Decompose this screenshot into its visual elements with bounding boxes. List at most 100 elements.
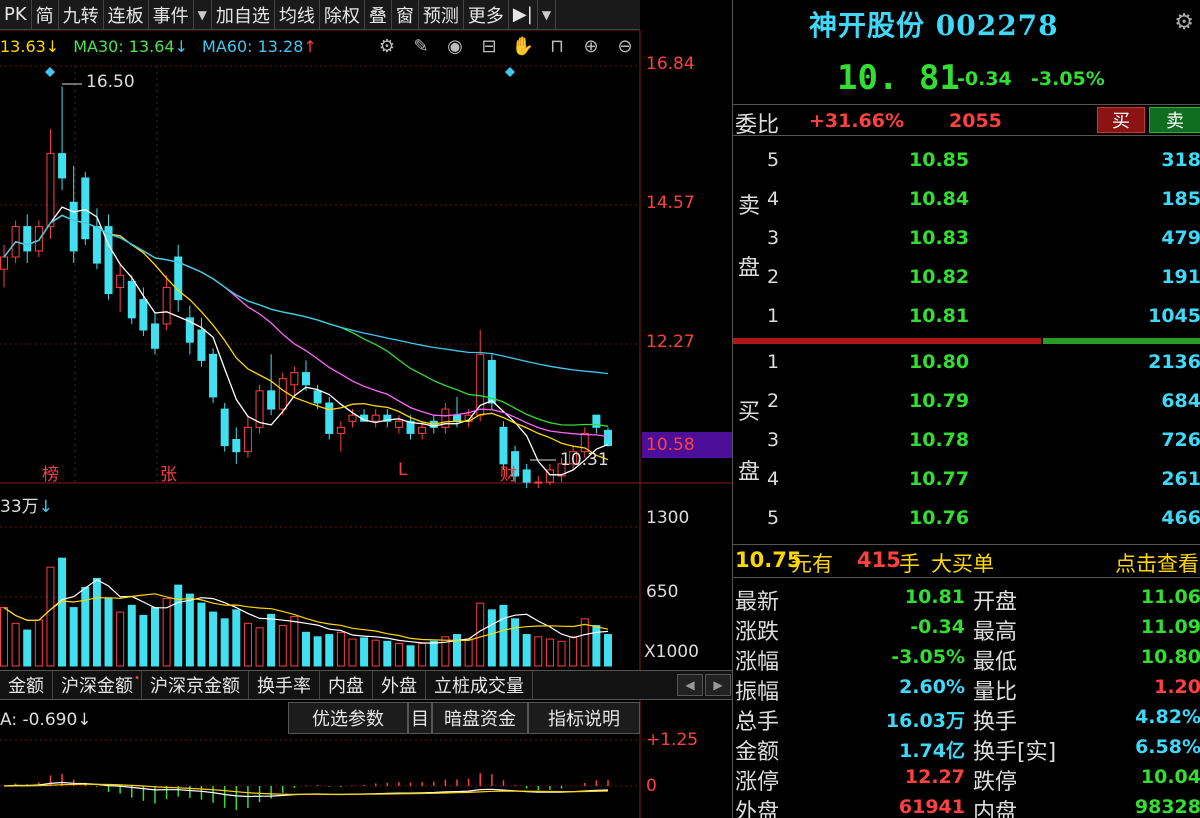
window-button[interactable]: 窗 <box>392 0 419 29</box>
add-watchlist-button[interactable]: 加自选 <box>212 0 275 29</box>
quote-row: 振幅 2.60% 量比 1.20 <box>733 672 1200 705</box>
minus-icon[interactable]: ⊖ <box>614 35 636 57</box>
candle-down <box>209 353 218 398</box>
big-order-row: 10.75 元有 415 手 大买单 点击查看 <box>733 544 1200 578</box>
more-button[interactable]: 更多 <box>464 0 509 29</box>
limit-board-button[interactable]: 连板 <box>104 0 149 29</box>
marker-l[interactable]: L <box>398 460 407 480</box>
plus-icon[interactable]: ⊕ <box>580 35 602 57</box>
indicator-tabs: 金额 沪深金额 • 沪深京金额 换手率 内盘 外盘 立桩成交量 ◀ ▶ <box>0 670 732 700</box>
catalog-button[interactable]: 目 <box>408 702 432 734</box>
event-button[interactable]: 事件 <box>149 0 194 29</box>
tab-pile-volume[interactable]: 立桩成交量 <box>426 671 533 699</box>
settings-gear-icon[interactable]: ⚙ <box>1174 10 1194 35</box>
quote-row: 金额 1.74亿 换手[实] 6.58% <box>733 732 1200 765</box>
volume-axis-tick: 650 <box>646 582 679 602</box>
price-change: -0.34 <box>957 68 1012 90</box>
ask-price: 10.85 <box>909 149 970 171</box>
indicator-help-button[interactable]: 指标说明 <box>528 702 640 734</box>
buy-button[interactable]: 买 <box>1097 107 1145 133</box>
scroll-left-icon[interactable]: ◀ <box>677 674 703 696</box>
bid-row[interactable]: 2 10.79 684 <box>733 384 1200 420</box>
nine-turn-button[interactable]: 九转 <box>59 0 104 29</box>
bid-row[interactable]: 1 10.80 2136 <box>733 345 1200 381</box>
quote-value: 11.09 <box>1140 616 1200 638</box>
volume-bar <box>34 619 43 667</box>
tab-amount[interactable]: 金额 <box>0 671 53 699</box>
volume-bar <box>522 634 531 667</box>
ask-lvl: 3 <box>767 227 780 249</box>
toolbar-dropdown[interactable]: ▼ <box>538 0 557 29</box>
candle-down <box>220 408 229 447</box>
candle-up <box>418 426 427 434</box>
event-dropdown[interactable]: ▼ <box>194 0 212 29</box>
marker-cai[interactable]: 财 <box>500 460 517 485</box>
quote-value: 16.03万 <box>885 710 965 732</box>
sell-button[interactable]: 卖 <box>1149 107 1200 133</box>
ask-vol: 318 <box>1161 149 1200 171</box>
volume-bar <box>46 566 55 667</box>
candle-down <box>104 226 113 295</box>
stock-title: 神开股份 002278 <box>809 9 1059 42</box>
volume-bar <box>429 640 438 667</box>
tab-turnover[interactable]: 换手率 <box>249 671 320 699</box>
pk-button[interactable]: PK <box>0 0 32 29</box>
volume-bar <box>569 636 578 667</box>
candle-down <box>325 402 334 434</box>
marker-bang[interactable]: 榜 <box>42 460 59 485</box>
volume-bar <box>58 557 67 667</box>
tab-outer[interactable]: 外盘 <box>373 671 426 699</box>
tab-label: 金额 <box>8 676 44 697</box>
quote-row: 涨幅 -3.05% 最低 10.80 <box>733 642 1200 675</box>
lock-icon[interactable]: ⊓ <box>546 35 568 57</box>
ask-row[interactable]: 5 10.85 318 <box>733 143 1200 179</box>
ask-row[interactable]: 1 10.81 1045 <box>733 299 1200 335</box>
pen-icon[interactable]: ✎ <box>410 35 432 57</box>
tab-hs-amount[interactable]: 沪深金额 • <box>53 671 142 699</box>
tab-inner[interactable]: 内盘 <box>320 671 373 699</box>
bid-row[interactable]: 4 10.77 261 <box>733 462 1200 498</box>
tab-hsj-amount[interactable]: 沪深京金额 <box>142 671 249 699</box>
candle-up <box>116 274 125 288</box>
optimize-params-button[interactable]: 优选参数 <box>288 702 408 734</box>
ask-price: 10.84 <box>909 188 970 210</box>
hand-icon[interactable]: ✋ <box>512 35 534 57</box>
ask-lvl: 1 <box>767 305 780 327</box>
forecast-button[interactable]: 预测 <box>419 0 464 29</box>
simplified-button[interactable]: 简 <box>32 0 59 29</box>
ask-row[interactable]: 4 10.84 185 <box>733 182 1200 218</box>
next-icon[interactable]: ▶| <box>509 0 538 29</box>
bid-vol: 684 <box>1161 390 1200 412</box>
gear-icon[interactable]: ⚙ <box>376 35 398 57</box>
volume-bar <box>104 598 113 667</box>
scroll-right-icon[interactable]: ▶ <box>705 674 731 696</box>
last-price: 10. 81 <box>837 58 960 98</box>
bid-vol: 261 <box>1161 468 1200 490</box>
candle-down <box>197 329 206 361</box>
volume-bar <box>348 638 357 667</box>
weibi-pct: +31.66% <box>809 110 905 132</box>
briefcase-icon[interactable]: ⊟ <box>478 35 500 57</box>
candle-down <box>127 280 136 319</box>
ask-row[interactable]: 2 10.82 191 <box>733 260 1200 296</box>
buy-ratio-fill <box>733 338 1041 344</box>
price-axis-tick: 16.84 <box>646 54 695 74</box>
ask-vol: 479 <box>1161 227 1200 249</box>
bid-row[interactable]: 3 10.78 726 <box>733 423 1200 459</box>
view-detail-link[interactable]: 点击查看 <box>1115 548 1199 578</box>
quote-value: 10.81 <box>904 586 965 608</box>
ma-button[interactable]: 均线 <box>275 0 320 29</box>
volume-bar <box>243 622 252 667</box>
bid-lvl: 1 <box>767 351 780 373</box>
ask-row[interactable]: 3 10.83 479 <box>733 221 1200 257</box>
overlay-button[interactable]: 叠 <box>365 0 392 29</box>
candle-up <box>34 226 43 252</box>
bid-row[interactable]: 5 10.76 466 <box>733 501 1200 537</box>
marker-zhang[interactable]: 张 <box>160 460 177 485</box>
quote-value: 2.60% <box>899 676 965 698</box>
volume-axis-unit: X1000 <box>644 642 699 662</box>
eye-icon[interactable]: ◉ <box>444 35 466 57</box>
volume-bar <box>23 629 32 667</box>
ex-rights-button[interactable]: 除权 <box>320 0 365 29</box>
dark-pool-button[interactable]: 暗盘资金 <box>432 702 528 734</box>
